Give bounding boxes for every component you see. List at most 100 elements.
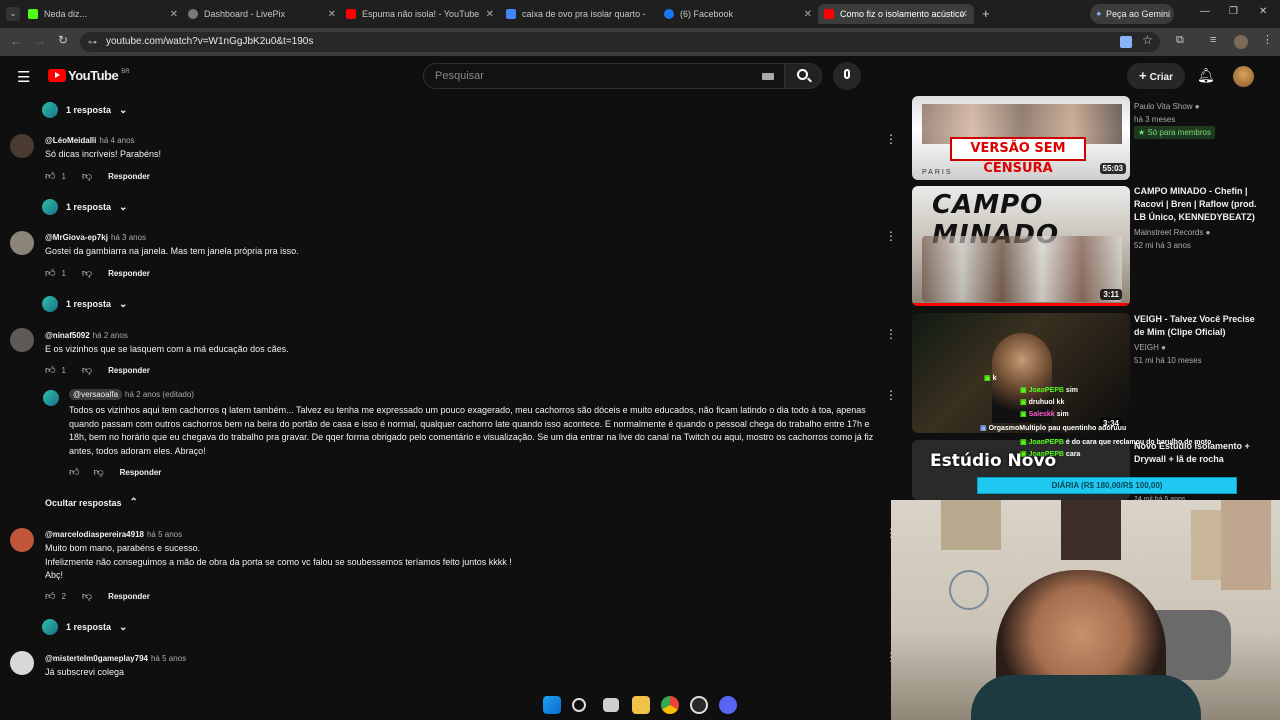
profile-avatar[interactable] <box>1234 35 1248 49</box>
comment-text: Já subscrevi colega <box>45 667 125 677</box>
close-tab-icon[interactable]: ✕ <box>960 9 968 20</box>
like-icon[interactable]: 👍︎ <box>69 466 79 478</box>
discord-icon[interactable] <box>719 696 737 714</box>
tab-search-icon[interactable]: ⌄ <box>6 7 20 21</box>
like-icon[interactable]: 👍︎ <box>45 590 55 602</box>
dislike-icon[interactable]: 👎︎ <box>82 170 92 182</box>
comment-time[interactable]: há 3 anos <box>111 233 146 242</box>
browser-tab-active[interactable]: Como fiz o isolamento acústico ✕ <box>818 4 974 24</box>
notifications-bell-icon[interactable]: 🔔︎ <box>1197 67 1215 84</box>
obs-icon[interactable] <box>690 696 708 714</box>
livepix-favicon-icon <box>188 9 198 19</box>
minimize-icon[interactable]: — <box>1200 6 1210 17</box>
close-tab-icon[interactable]: ✕ <box>486 9 494 20</box>
task-view-icon[interactable] <box>603 698 619 712</box>
bookmark-star-icon[interactable]: ☆ <box>1142 33 1153 47</box>
search-button[interactable] <box>784 63 822 89</box>
restore-icon[interactable]: ❐ <box>1229 6 1238 17</box>
show-replies-button[interactable]: 1 resposta ⌄ <box>42 296 127 312</box>
account-avatar[interactable] <box>1233 66 1254 87</box>
video-thumbnail[interactable]: CAMPO MINADO 3:11 <box>912 186 1130 306</box>
video-channel[interactable]: Mainstreet Records ● <box>1134 226 1210 239</box>
dislike-icon[interactable]: 👎︎ <box>82 364 92 376</box>
comment-menu-icon[interactable]: ⋮ <box>885 327 897 341</box>
comment-author[interactable]: @LéoMeidalli há 4 anos <box>45 136 135 145</box>
like-icon[interactable]: 👍︎ <box>45 267 55 279</box>
new-tab-icon[interactable]: + <box>982 6 990 21</box>
video-title[interactable]: VEIGH - Talvez Você Precise de Mim (Clip… <box>1134 313 1259 339</box>
close-window-icon[interactable]: ✕ <box>1259 6 1267 17</box>
extensions-icon[interactable]: ⧉ <box>1176 34 1184 47</box>
video-title[interactable]: CAMPO MINADO - Chefin | Racovi | Bren | … <box>1134 185 1259 224</box>
avatar[interactable] <box>10 528 34 552</box>
creator-avatar <box>42 619 58 635</box>
show-replies-button[interactable]: 1 resposta ⌄ <box>42 619 127 635</box>
comment-time[interactable]: há 2 anos (editado) <box>125 390 194 399</box>
show-replies-button[interactable]: 1 resposta ⌄ <box>42 102 127 118</box>
comment-time[interactable]: há 4 anos <box>99 136 134 145</box>
kick-favicon-icon <box>28 9 38 19</box>
comment-author[interactable]: @versaoalfa há 2 anos (editado) <box>69 389 194 400</box>
chrome-icon[interactable] <box>661 696 679 714</box>
microphone-icon <box>844 69 850 79</box>
create-button[interactable]: + Criar <box>1127 63 1185 89</box>
video-channel[interactable]: Paulo Vita Show ● <box>1134 100 1200 113</box>
comment-menu-icon[interactable]: ⋮ <box>885 388 897 402</box>
reply-button[interactable]: Responder <box>120 468 162 477</box>
tab-title: Como fiz o isolamento acústico <box>840 9 965 19</box>
reload-icon[interactable]: ↻ <box>58 33 68 47</box>
comment-author[interactable]: @marcelodiaspereira4918 há 5 anos <box>45 530 182 539</box>
video-channel[interactable]: VEIGH ● <box>1134 341 1166 354</box>
dislike-icon[interactable]: 👎︎ <box>82 590 92 602</box>
hide-replies-button[interactable]: Ocultar respostas ⌃ <box>45 497 138 508</box>
reply-button[interactable]: Responder <box>108 366 150 375</box>
reading-list-icon[interactable]: ≡ <box>1210 34 1216 46</box>
comment-author[interactable]: @MrGiova-ep7kj há 3 anos <box>45 233 146 242</box>
browser-tab[interactable]: Neda diz... ✕ <box>28 4 178 24</box>
close-tab-icon[interactable]: ✕ <box>804 9 812 20</box>
browser-tab[interactable]: Dashboard - LivePix ✕ <box>188 4 336 24</box>
forward-icon[interactable]: → <box>34 34 46 48</box>
avatar[interactable] <box>10 328 34 352</box>
search-input[interactable]: Pesquisar <box>423 63 785 89</box>
comment-author[interactable]: @ninaf5092 há 2 anos <box>45 331 128 340</box>
windows-start-icon[interactable] <box>543 696 561 714</box>
reply-button[interactable]: Responder <box>108 592 150 601</box>
search-icon[interactable] <box>572 698 586 712</box>
close-tab-icon[interactable]: ✕ <box>328 9 336 20</box>
youtube-logo[interactable]: YouTube BR <box>48 68 130 83</box>
reply-button[interactable]: Responder <box>108 172 150 181</box>
creator-avatar[interactable] <box>43 390 59 406</box>
reply-button[interactable]: Responder <box>108 269 150 278</box>
comment-time[interactable]: há 5 anos <box>147 530 182 539</box>
comment-author[interactable]: @misterteIm0gameplay794 há 5 anos <box>45 654 186 663</box>
comment-time[interactable]: há 5 anos <box>151 654 186 663</box>
dislike-icon[interactable]: 👎︎ <box>82 267 92 279</box>
comment-time[interactable]: há 2 anos <box>93 331 128 340</box>
like-icon[interactable]: 👍︎ <box>45 364 55 376</box>
gemini-button[interactable]: ✦ Peça ao Gemini <box>1090 4 1174 24</box>
file-explorer-icon[interactable] <box>632 696 650 714</box>
translate-icon[interactable] <box>1120 36 1132 48</box>
address-field[interactable]: ⊶ youtube.com/watch?v=W1nGgJbK2u0&t=190s <box>80 32 1160 52</box>
comment-menu-icon[interactable]: ⋮ <box>885 132 897 146</box>
video-thumbnail[interactable]: VERSÃO SEM CENSURA PARIS 55:03 <box>912 96 1130 180</box>
avatar[interactable] <box>10 231 34 255</box>
browser-tab[interactable]: caixa de ovo pra isolar quarto - <box>506 4 654 24</box>
site-info-icon[interactable]: ⊶ <box>88 32 97 52</box>
back-icon[interactable]: ← <box>10 34 22 48</box>
comment-menu-icon[interactable]: ⋮ <box>885 229 897 243</box>
avatar[interactable] <box>10 651 34 675</box>
dislike-icon[interactable]: 👎︎ <box>93 466 103 478</box>
show-replies-button[interactable]: 1 resposta ⌄ <box>42 199 127 215</box>
close-tab-icon[interactable]: ✕ <box>170 9 178 20</box>
browser-menu-icon[interactable]: ⋮ <box>1262 33 1273 46</box>
browser-tab[interactable]: (6) Facebook ✕ <box>664 4 812 24</box>
hamburger-menu-icon[interactable]: ☰ <box>17 68 30 86</box>
avatar[interactable] <box>10 134 34 158</box>
browser-tab[interactable]: Espuma não isola! - YouTube ✕ <box>346 4 494 24</box>
creator-avatar <box>42 102 58 118</box>
keyboard-icon[interactable] <box>762 73 774 80</box>
like-icon[interactable]: 👍︎ <box>45 170 55 182</box>
voice-search-button[interactable] <box>833 62 861 90</box>
